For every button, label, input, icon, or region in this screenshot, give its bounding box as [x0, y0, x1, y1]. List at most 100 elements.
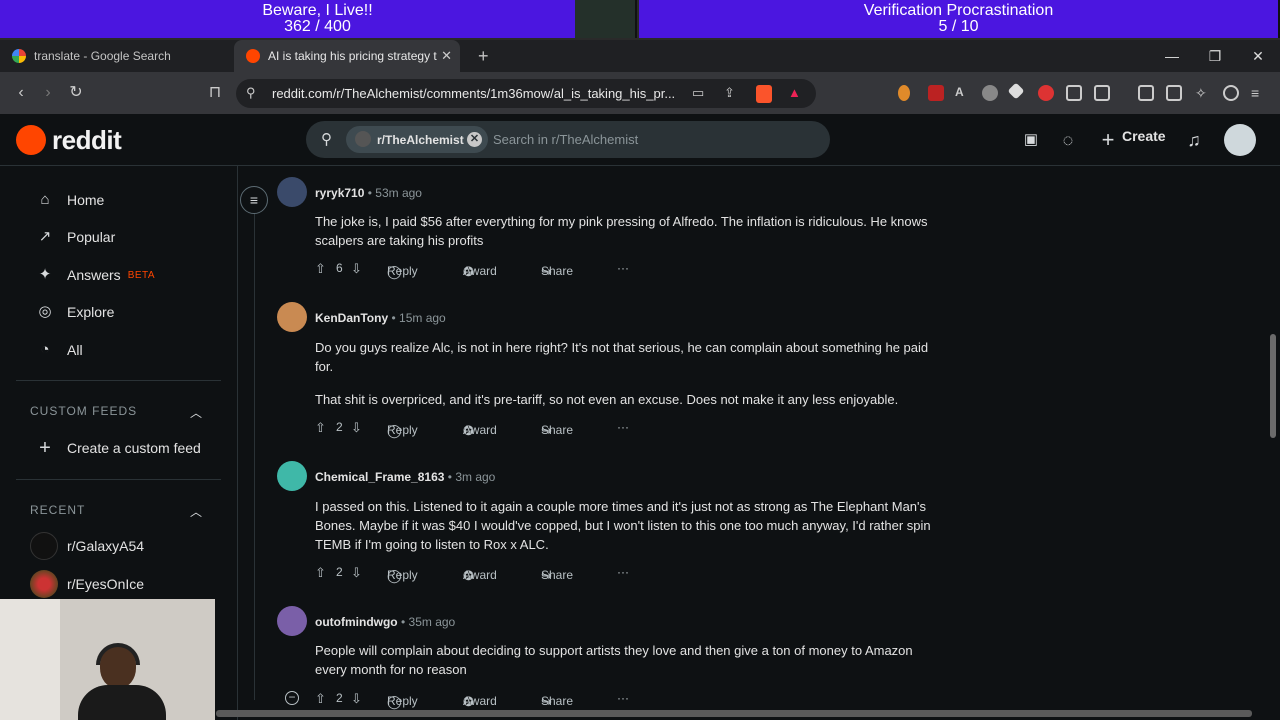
extension-badge-icon[interactable] — [928, 85, 944, 101]
home-icon: ⌂ — [40, 191, 50, 208]
screenshot-icon[interactable] — [1094, 85, 1110, 101]
reddit-header: reddit ⚲ r/TheAlchemist ✕ Search in r/Th… — [0, 114, 1280, 166]
comment-meta: ryryk710 • 53m ago — [315, 186, 422, 200]
create-custom-feed-button[interactable]: + Create a custom feed — [34, 436, 201, 460]
tab-reddit[interactable]: AI is taking his pricing strategy t ✕ — [234, 40, 460, 72]
more-options-icon[interactable]: ··· — [617, 691, 629, 705]
comment-paragraph: That shit is overpriced, and it's pre-ta… — [315, 392, 899, 407]
downvote-icon[interactable]: ⇩ — [351, 261, 362, 277]
scrollbar-thumb[interactable] — [216, 710, 1252, 717]
extension-circle-icon[interactable] — [982, 85, 998, 101]
user-avatar[interactable] — [277, 461, 307, 491]
comment-username[interactable]: ryryk710 — [315, 186, 364, 200]
brave-shield-icon[interactable] — [756, 85, 772, 103]
reddit-logo-icon[interactable] — [16, 125, 46, 155]
sidebar-item-home[interactable]: ⌂ Home — [34, 188, 104, 212]
user-avatar[interactable] — [277, 606, 307, 636]
recent-heading[interactable]: RECENT — [30, 503, 85, 517]
share-page-icon[interactable]: ⇪ — [724, 85, 735, 101]
notification-bell-icon[interactable]: ♫ — [1182, 128, 1206, 152]
comment-username[interactable]: Chemical_Frame_8163 — [315, 470, 444, 484]
restore-icon[interactable]: ❐ — [1195, 40, 1235, 72]
chat-icon[interactable]: ◌ — [1056, 128, 1080, 152]
address-bar[interactable]: ⚲ reddit.com/r/TheAlchemist/comments/1m3… — [236, 79, 816, 108]
sidebar-item-galaxya54[interactable]: r/GalaxyA54 — [30, 532, 144, 560]
back-icon[interactable]: ‹ — [10, 82, 32, 104]
sidebar-item-all[interactable]: ◔ All — [34, 338, 82, 362]
extension-ak-icon[interactable]: A — [955, 85, 971, 101]
chevron-up-icon[interactable]: ︿ — [190, 503, 202, 520]
sidebar-item-popular[interactable]: ↗ Popular — [34, 225, 116, 249]
user-avatar[interactable] — [1224, 124, 1256, 156]
comment-time: 53m ago — [375, 186, 422, 200]
tab-google-search[interactable]: translate - Google Search — [0, 40, 232, 72]
new-tab-button[interactable]: + — [466, 40, 496, 72]
comment-body: The joke is, I paid $56 after everything… — [315, 212, 940, 264]
vote-count: 2 — [336, 565, 343, 579]
chip-label: r/TheAlchemist — [377, 133, 464, 147]
sidebar-item-eyesonice[interactable]: r/EyesOnIce — [30, 570, 144, 598]
downvote-icon[interactable]: ⇩ — [351, 691, 362, 707]
comment-meta: KenDanTony • 15m ago — [315, 311, 446, 325]
create-plus-icon[interactable]: + — [1096, 128, 1120, 152]
collapse-thread-icon[interactable]: ≡ — [240, 186, 268, 214]
subreddit-avatar — [30, 570, 58, 598]
horizontal-scrollbar[interactable] — [216, 708, 1266, 718]
plus-icon: + — [478, 45, 489, 66]
puzzle-icon[interactable] — [1066, 85, 1082, 101]
user-avatar[interactable] — [277, 302, 307, 332]
vpn-icon[interactable] — [1223, 85, 1239, 101]
reddit-icon — [246, 49, 260, 63]
comment-username[interactable]: KenDanTony — [315, 311, 388, 325]
menu-icon[interactable]: ≡ — [1251, 85, 1267, 101]
user-avatar[interactable] — [277, 177, 307, 207]
bookmark-icon[interactable]: ⊓ — [204, 82, 226, 104]
sidebar-divider — [16, 479, 221, 480]
downvote-icon[interactable]: ⇩ — [351, 420, 362, 436]
sidebar-item-explore[interactable]: ◎ Explore — [34, 300, 114, 324]
upvote-icon[interactable]: ⇧ — [315, 565, 326, 581]
all-icon: ◔ — [40, 341, 50, 358]
brave-rewards-icon[interactable]: ▲ — [788, 85, 801, 100]
chevron-up-icon[interactable]: ︿ — [190, 404, 202, 421]
minimize-icon[interactable]: — — [1152, 40, 1192, 72]
more-options-icon[interactable]: ··· — [617, 420, 629, 434]
extension-diamond-icon[interactable] — [1007, 82, 1025, 100]
upvote-icon[interactable]: ⇧ — [315, 691, 326, 707]
close-window-icon[interactable]: ✕ — [1238, 40, 1278, 72]
sidebar-toggle-icon[interactable] — [1138, 85, 1154, 101]
comment-username[interactable]: outofmindwgo — [315, 615, 398, 629]
site-info-icon[interactable]: ⚲ — [246, 85, 256, 101]
create-button[interactable]: Create — [1122, 128, 1166, 144]
search-bar[interactable]: ⚲ r/TheAlchemist ✕ Search in r/TheAlchem… — [306, 121, 830, 158]
webcam-overlay — [0, 599, 215, 720]
custom-feeds-heading[interactable]: CUSTOM FEEDS — [30, 404, 137, 418]
leo-icon[interactable]: ✧ — [1195, 85, 1211, 101]
browser-toolbar: ‹ › ↻ ⊓ ⚲ reddit.com/r/TheAlchemist/comm… — [0, 72, 1280, 114]
reload-icon[interactable]: ↻ — [65, 82, 87, 104]
remove-chip-icon[interactable]: ✕ — [467, 132, 482, 147]
sidebar-item-answers[interactable]: ✦ Answers BETA — [34, 263, 155, 287]
collapse-reply-icon[interactable]: − — [285, 691, 299, 705]
more-options-icon[interactable]: ··· — [617, 565, 629, 579]
progress-count: 5 / 10 — [938, 18, 979, 35]
more-options-icon[interactable]: ··· — [617, 261, 629, 275]
upvote-icon[interactable]: ⇧ — [315, 420, 326, 436]
webcam-background — [0, 599, 60, 720]
scrollbar-thumb[interactable] — [1270, 334, 1276, 438]
close-tab-icon[interactable]: ✕ — [441, 48, 452, 64]
sidebar-item-label: Popular — [67, 229, 116, 245]
extension-icon[interactable] — [898, 85, 910, 101]
ad-icon[interactable]: ▣ — [1019, 128, 1043, 152]
reddit-logo-text[interactable]: reddit — [52, 125, 122, 156]
downvote-icon[interactable]: ⇩ — [351, 565, 362, 581]
adblock-icon[interactable] — [1038, 85, 1054, 101]
comment-paragraph: People will complain about deciding to s… — [315, 643, 913, 677]
sidebar-divider — [16, 380, 221, 381]
vertical-scrollbar[interactable] — [1268, 166, 1278, 706]
cast-icon[interactable]: ▭ — [692, 85, 704, 101]
wallet-icon[interactable] — [1166, 85, 1182, 101]
forward-icon[interactable]: › — [37, 82, 59, 104]
upvote-icon[interactable]: ⇧ — [315, 261, 326, 277]
subreddit-search-chip[interactable]: r/TheAlchemist ✕ — [346, 126, 488, 153]
